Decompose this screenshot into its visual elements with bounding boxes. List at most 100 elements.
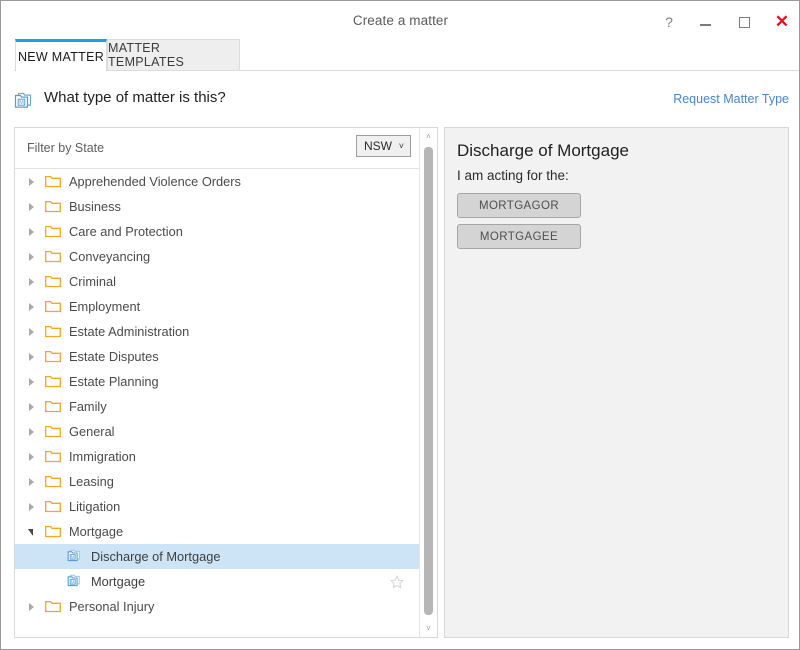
- triangle-right-icon[interactable]: [29, 452, 35, 461]
- tab-matter-templates-label: MATTER TEMPLATES: [108, 41, 185, 69]
- svg-text:M: M: [71, 554, 75, 559]
- triangle-right-icon[interactable]: [29, 327, 35, 336]
- matter-type-icon: M: [14, 91, 36, 111]
- tree-item-category[interactable]: Estate Disputes: [15, 344, 420, 369]
- tree-item-matter-type[interactable]: M Mortgage: [15, 569, 420, 594]
- triangle-down-icon[interactable]: [28, 529, 33, 536]
- folder-icon: [45, 475, 61, 488]
- detail-subtitle: I am acting for the:: [457, 168, 569, 183]
- folder-icon: [45, 350, 61, 363]
- folder-icon: [45, 200, 61, 213]
- tree-item-label: Estate Administration: [69, 324, 190, 339]
- tree-item-category[interactable]: Employment: [15, 294, 420, 319]
- tree-item-category[interactable]: Estate Planning: [15, 369, 420, 394]
- triangle-right-icon[interactable]: [29, 477, 35, 486]
- tree-item-label: Mortgage: [91, 574, 146, 589]
- tree-item-label: Mortgage: [69, 524, 124, 539]
- tree-item-label: Apprehended Violence Orders: [69, 174, 241, 189]
- state-select[interactable]: NSW ˅: [356, 135, 411, 157]
- state-select-value: NSW: [364, 139, 392, 153]
- tree-item-label: Business: [69, 199, 121, 214]
- help-button[interactable]: ?: [654, 10, 684, 34]
- folder-icon: [45, 450, 61, 463]
- svg-text:M: M: [71, 579, 75, 584]
- triangle-right-icon[interactable]: [29, 302, 35, 311]
- tree-item-category[interactable]: Business: [15, 194, 420, 219]
- filter-by-state-label: Filter by State: [27, 141, 105, 155]
- tree-item-category[interactable]: General: [15, 419, 420, 444]
- question-header: M What type of matter is this? Request M…: [14, 87, 789, 123]
- tree-item-label: Criminal: [69, 274, 116, 289]
- folder-icon: [45, 375, 61, 388]
- svg-text:M: M: [19, 100, 24, 106]
- tree-item-category[interactable]: Estate Administration: [15, 319, 420, 344]
- tree-item-category[interactable]: Mortgage: [15, 519, 420, 544]
- triangle-right-icon[interactable]: [29, 277, 35, 286]
- close-button[interactable]: ✕: [767, 10, 797, 34]
- mortgagee-button[interactable]: MORTGAGEE: [457, 224, 581, 249]
- matter-type-icon: M: [67, 574, 83, 589]
- minimize-button[interactable]: [690, 10, 720, 34]
- title-bar: Create a matter ? ✕: [2, 2, 799, 40]
- triangle-right-icon[interactable]: [29, 177, 35, 186]
- tab-new-matter[interactable]: NEW MATTER: [15, 39, 107, 71]
- triangle-right-icon[interactable]: [29, 202, 35, 211]
- matter-type-tree: Apprehended Violence Orders Business Care …: [15, 169, 420, 637]
- triangle-right-icon[interactable]: [29, 402, 35, 411]
- folder-icon: [45, 175, 61, 188]
- tree-item-category[interactable]: Apprehended Violence Orders: [15, 169, 420, 194]
- tree-item-matter-type[interactable]: M Discharge of Mortgage: [15, 544, 420, 569]
- star-icon[interactable]: [389, 575, 405, 589]
- tree-item-label: Discharge of Mortgage: [91, 549, 221, 564]
- create-matter-dialog: Create a matter ? ✕ NEW MATTER MATTER TE…: [0, 0, 800, 650]
- chevron-down-icon: ˅: [398, 141, 404, 151]
- tree-item-category[interactable]: Conveyancing: [15, 244, 420, 269]
- folder-icon: [45, 400, 61, 413]
- tree-item-category[interactable]: Leasing: [15, 469, 420, 494]
- detail-title: Discharge of Mortgage: [457, 141, 629, 160]
- triangle-right-icon[interactable]: [29, 602, 35, 611]
- folder-icon: [45, 525, 61, 538]
- tree-item-label: Estate Planning: [69, 374, 159, 389]
- triangle-right-icon[interactable]: [29, 427, 35, 436]
- filter-bar: Filter by State NSW ˅: [15, 128, 420, 169]
- help-icon: ?: [665, 14, 673, 30]
- page-title: What type of matter is this?: [44, 89, 226, 106]
- tree-item-label: Litigation: [69, 499, 121, 514]
- tree-item-category[interactable]: Personal Injury: [15, 594, 420, 619]
- tree-item-category[interactable]: Criminal: [15, 269, 420, 294]
- scroll-down-button[interactable]: ˅: [420, 620, 437, 637]
- maximize-icon: [738, 16, 750, 28]
- request-matter-type-link[interactable]: Request Matter Type: [673, 92, 789, 106]
- tree-item-label: Personal Injury: [69, 599, 155, 614]
- tree-item-label: Immigration: [69, 449, 136, 464]
- tab-new-matter-label: NEW MATTER: [17, 49, 105, 64]
- tree-item-category[interactable]: Family: [15, 394, 420, 419]
- triangle-right-icon[interactable]: [29, 377, 35, 386]
- maximize-button[interactable]: [729, 10, 759, 34]
- tree-item-category[interactable]: Immigration: [15, 444, 420, 469]
- tree-item-label: Estate Disputes: [69, 349, 159, 364]
- tree-item-label: Employment: [69, 299, 141, 314]
- mortgagee-button-label: MORTGAGEE: [479, 230, 559, 243]
- matter-type-browser: Filter by State NSW ˅ Apprehended Violen…: [14, 127, 438, 638]
- tree-scrollbar[interactable]: ˄ ˅: [419, 128, 437, 637]
- tree-item-label: Family: [69, 399, 107, 414]
- triangle-right-icon[interactable]: [29, 227, 35, 236]
- mortgagor-button[interactable]: MORTGAGOR: [457, 193, 581, 218]
- folder-icon: [45, 325, 61, 338]
- tree-item-category[interactable]: Care and Protection: [15, 219, 420, 244]
- scroll-up-button[interactable]: ˄: [420, 128, 437, 145]
- matter-detail-panel: Discharge of Mortgage I am acting for th…: [444, 127, 789, 638]
- triangle-right-icon[interactable]: [29, 352, 35, 361]
- scrollbar-thumb[interactable]: [424, 147, 433, 615]
- tree-item-label: Leasing: [69, 474, 114, 489]
- matter-type-icon: M: [67, 549, 83, 564]
- triangle-right-icon[interactable]: [29, 502, 35, 511]
- close-icon: ✕: [774, 12, 790, 31]
- folder-icon: [45, 425, 61, 438]
- tree-item-category[interactable]: Litigation: [15, 494, 420, 519]
- tab-matter-templates[interactable]: MATTER TEMPLATES: [107, 39, 240, 71]
- tree-item-label: Care and Protection: [69, 224, 183, 239]
- triangle-right-icon[interactable]: [29, 252, 35, 261]
